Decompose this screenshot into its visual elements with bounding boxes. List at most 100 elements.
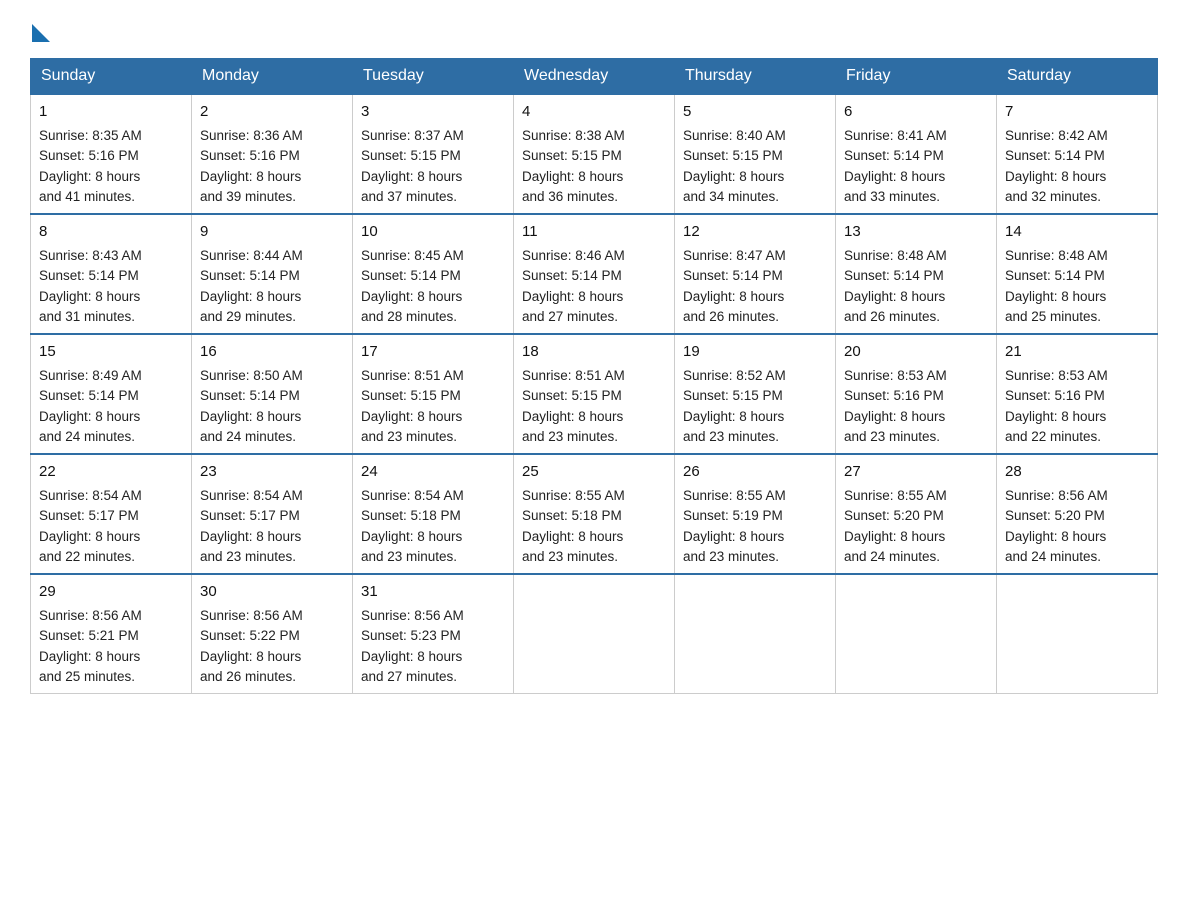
table-row: 4 Sunrise: 8:38 AMSunset: 5:15 PMDaylight…	[514, 94, 675, 214]
day-info: Sunrise: 8:45 AMSunset: 5:14 PMDaylight:…	[361, 248, 464, 325]
day-number: 3	[361, 101, 505, 123]
table-row	[997, 574, 1158, 694]
table-row: 18 Sunrise: 8:51 AMSunset: 5:15 PMDayligh…	[514, 334, 675, 454]
col-wednesday: Wednesday	[514, 59, 675, 95]
day-number: 4	[522, 101, 666, 123]
day-number: 16	[200, 341, 344, 363]
table-row: 5 Sunrise: 8:40 AMSunset: 5:15 PMDaylight…	[675, 94, 836, 214]
table-row: 24 Sunrise: 8:54 AMSunset: 5:18 PMDayligh…	[353, 454, 514, 574]
table-row: 14 Sunrise: 8:48 AMSunset: 5:14 PMDayligh…	[997, 214, 1158, 334]
day-number: 10	[361, 221, 505, 243]
day-number: 27	[844, 461, 988, 483]
table-row: 15 Sunrise: 8:49 AMSunset: 5:14 PMDayligh…	[31, 334, 192, 454]
day-number: 30	[200, 581, 344, 603]
day-number: 21	[1005, 341, 1149, 363]
table-row: 1Sunrise: 8:35 AMSunset: 5:16 PMDaylight…	[31, 94, 192, 214]
table-row: 3Sunrise: 8:37 AMSunset: 5:15 PMDaylight…	[353, 94, 514, 214]
day-number: 5	[683, 101, 827, 123]
day-info: Sunrise: 8:47 AMSunset: 5:14 PMDaylight:…	[683, 248, 786, 325]
day-number: 9	[200, 221, 344, 243]
table-row: 2 Sunrise: 8:36 AMSunset: 5:16 PMDaylight…	[192, 94, 353, 214]
table-row: 13 Sunrise: 8:48 AMSunset: 5:14 PMDayligh…	[836, 214, 997, 334]
calendar-header-row: Sunday Monday Tuesday Wednesday Thursday…	[31, 59, 1158, 95]
day-info: Sunrise: 8:54 AMSunset: 5:17 PMDaylight:…	[200, 488, 303, 565]
day-number: 25	[522, 461, 666, 483]
day-number: 23	[200, 461, 344, 483]
calendar-table: Sunday Monday Tuesday Wednesday Thursday…	[30, 58, 1158, 694]
col-sunday: Sunday	[31, 59, 192, 95]
table-row: 8Sunrise: 8:43 AMSunset: 5:14 PMDaylight…	[31, 214, 192, 334]
table-row: 29 Sunrise: 8:56 AMSunset: 5:21 PMDayligh…	[31, 574, 192, 694]
day-info: Sunrise: 8:53 AMSunset: 5:16 PMDaylight:…	[1005, 368, 1108, 445]
day-info: Sunrise: 8:55 AMSunset: 5:18 PMDaylight:…	[522, 488, 625, 565]
table-row: 20 Sunrise: 8:53 AMSunset: 5:16 PMDayligh…	[836, 334, 997, 454]
col-monday: Monday	[192, 59, 353, 95]
table-row: 11Sunrise: 8:46 AMSunset: 5:14 PMDayligh…	[514, 214, 675, 334]
table-row: 27 Sunrise: 8:55 AMSunset: 5:20 PMDayligh…	[836, 454, 997, 574]
day-number: 29	[39, 581, 183, 603]
table-row: 17Sunrise: 8:51 AMSunset: 5:15 PMDayligh…	[353, 334, 514, 454]
table-row: 26Sunrise: 8:55 AMSunset: 5:19 PMDayligh…	[675, 454, 836, 574]
calendar-week-row: 1Sunrise: 8:35 AMSunset: 5:16 PMDaylight…	[31, 94, 1158, 214]
day-number: 13	[844, 221, 988, 243]
day-info: Sunrise: 8:42 AMSunset: 5:14 PMDaylight:…	[1005, 128, 1108, 205]
day-number: 18	[522, 341, 666, 363]
table-row	[675, 574, 836, 694]
day-number: 20	[844, 341, 988, 363]
table-row: 25 Sunrise: 8:55 AMSunset: 5:18 PMDayligh…	[514, 454, 675, 574]
table-row: 23 Sunrise: 8:54 AMSunset: 5:17 PMDayligh…	[192, 454, 353, 574]
day-info: Sunrise: 8:56 AMSunset: 5:22 PMDaylight:…	[200, 608, 303, 685]
day-info: Sunrise: 8:55 AMSunset: 5:20 PMDaylight:…	[844, 488, 947, 565]
table-row	[836, 574, 997, 694]
day-info: Sunrise: 8:48 AMSunset: 5:14 PMDaylight:…	[1005, 248, 1108, 325]
table-row: 10 Sunrise: 8:45 AMSunset: 5:14 PMDayligh…	[353, 214, 514, 334]
day-number: 12	[683, 221, 827, 243]
day-info: Sunrise: 8:36 AMSunset: 5:16 PMDaylight:…	[200, 128, 303, 205]
day-number: 1	[39, 101, 183, 123]
table-row: 28Sunrise: 8:56 AMSunset: 5:20 PMDayligh…	[997, 454, 1158, 574]
table-row: 21 Sunrise: 8:53 AMSunset: 5:16 PMDayligh…	[997, 334, 1158, 454]
table-row	[514, 574, 675, 694]
day-info: Sunrise: 8:54 AMSunset: 5:18 PMDaylight:…	[361, 488, 464, 565]
calendar-week-row: 22 Sunrise: 8:54 AMSunset: 5:17 PMDayligh…	[31, 454, 1158, 574]
col-tuesday: Tuesday	[353, 59, 514, 95]
day-info: Sunrise: 8:52 AMSunset: 5:15 PMDaylight:…	[683, 368, 786, 445]
day-info: Sunrise: 8:44 AMSunset: 5:14 PMDaylight:…	[200, 248, 303, 325]
table-row: 16Sunrise: 8:50 AMSunset: 5:14 PMDayligh…	[192, 334, 353, 454]
day-number: 26	[683, 461, 827, 483]
table-row: 19Sunrise: 8:52 AMSunset: 5:15 PMDayligh…	[675, 334, 836, 454]
day-info: Sunrise: 8:38 AMSunset: 5:15 PMDaylight:…	[522, 128, 625, 205]
day-number: 15	[39, 341, 183, 363]
table-row: 9 Sunrise: 8:44 AMSunset: 5:14 PMDaylight…	[192, 214, 353, 334]
day-number: 17	[361, 341, 505, 363]
day-number: 24	[361, 461, 505, 483]
day-info: Sunrise: 8:53 AMSunset: 5:16 PMDaylight:…	[844, 368, 947, 445]
day-info: Sunrise: 8:48 AMSunset: 5:14 PMDaylight:…	[844, 248, 947, 325]
day-info: Sunrise: 8:54 AMSunset: 5:17 PMDaylight:…	[39, 488, 142, 565]
day-info: Sunrise: 8:51 AMSunset: 5:15 PMDaylight:…	[522, 368, 625, 445]
day-info: Sunrise: 8:56 AMSunset: 5:21 PMDaylight:…	[39, 608, 142, 685]
day-info: Sunrise: 8:56 AMSunset: 5:23 PMDaylight:…	[361, 608, 464, 685]
day-number: 6	[844, 101, 988, 123]
day-info: Sunrise: 8:49 AMSunset: 5:14 PMDaylight:…	[39, 368, 142, 445]
day-info: Sunrise: 8:46 AMSunset: 5:14 PMDaylight:…	[522, 248, 625, 325]
day-info: Sunrise: 8:56 AMSunset: 5:20 PMDaylight:…	[1005, 488, 1108, 565]
day-number: 31	[361, 581, 505, 603]
page-header	[30, 20, 1158, 38]
table-row: 12 Sunrise: 8:47 AMSunset: 5:14 PMDayligh…	[675, 214, 836, 334]
day-number: 14	[1005, 221, 1149, 243]
calendar-week-row: 29 Sunrise: 8:56 AMSunset: 5:21 PMDayligh…	[31, 574, 1158, 694]
col-saturday: Saturday	[997, 59, 1158, 95]
table-row: 7 Sunrise: 8:42 AMSunset: 5:14 PMDaylight…	[997, 94, 1158, 214]
day-number: 2	[200, 101, 344, 123]
day-number: 22	[39, 461, 183, 483]
table-row: 30 Sunrise: 8:56 AMSunset: 5:22 PMDayligh…	[192, 574, 353, 694]
calendar-week-row: 8Sunrise: 8:43 AMSunset: 5:14 PMDaylight…	[31, 214, 1158, 334]
logo-triangle-icon	[32, 24, 50, 42]
day-info: Sunrise: 8:40 AMSunset: 5:15 PMDaylight:…	[683, 128, 786, 205]
col-thursday: Thursday	[675, 59, 836, 95]
table-row: 31 Sunrise: 8:56 AMSunset: 5:23 PMDayligh…	[353, 574, 514, 694]
logo	[30, 20, 50, 38]
day-number: 7	[1005, 101, 1149, 123]
day-info: Sunrise: 8:43 AMSunset: 5:14 PMDaylight:…	[39, 248, 142, 325]
